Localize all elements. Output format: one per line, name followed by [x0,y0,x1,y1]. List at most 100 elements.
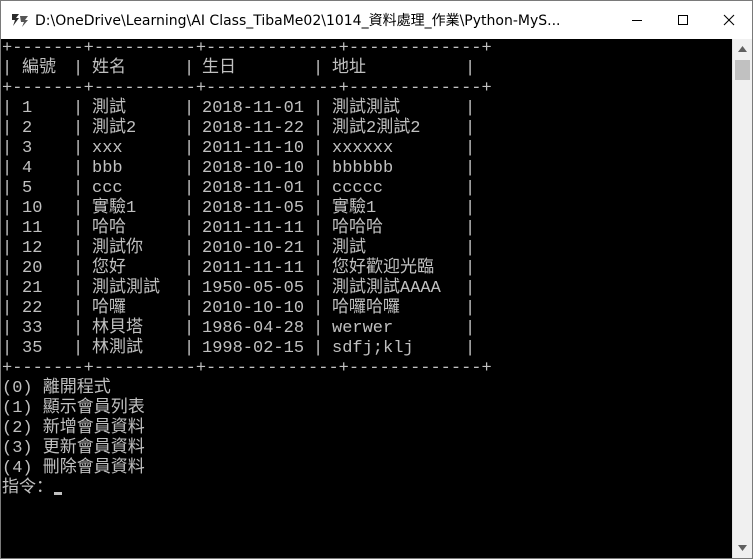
column-separator: | [73,239,84,258]
table-row: | | | | | 5 ccc 2018-11-01 ccccc [2,179,702,199]
table-row: | | | | | 33 林貝塔 1986-04-28 werwer [2,319,702,339]
column-separator: | [73,339,84,358]
maximize-button[interactable] [660,1,706,39]
table-cell: 35 [22,339,43,358]
table-cell: ccc [92,179,123,198]
table-cell: 11 [22,219,43,238]
table-cell: 3 [22,139,33,158]
scroll-down-button[interactable] [733,538,752,558]
column-separator: | [465,219,476,238]
column-separator: | [313,139,324,158]
column-separator: | [2,119,13,138]
console-output[interactable]: +-------+----------+-------------+------… [1,39,732,558]
table-row: | | | | | 35 林測試 1998-02-15 sdfj;klj [2,339,702,359]
table-cell: 2011-11-11 [202,259,305,278]
column-separator: | [313,219,324,238]
table-cell: 12 [22,239,43,258]
table-cell: 測試測試AAAA [332,279,441,298]
column-separator: | [73,119,84,138]
table-cell: 您好歡迎光臨 [332,259,434,278]
column-separator: | [184,339,195,358]
table-cell: 測試 [332,239,366,258]
table-row: | | | | | 1 測試 2018-11-01 測試測試 [2,99,702,119]
column-separator: | [2,219,13,238]
table-border-line: +-------+----------+-------------+------… [2,359,492,378]
column-separator: | [313,159,324,178]
column-separator: | [465,119,476,138]
console-window: D:\OneDrive\Learning\AI Class_TibaMe02\1… [0,0,753,559]
column-separator: | [465,259,476,278]
column-separator: | [73,99,84,118]
column-separator: | [73,139,84,158]
table-cell: 林測試 [92,339,143,358]
scroll-down-arrow-icon [738,545,747,551]
column-separator: | [184,179,195,198]
column-separator: | [465,179,476,198]
vertical-scrollbar[interactable] [732,39,752,558]
column-separator: | [465,199,476,218]
column-separator: | [2,319,13,338]
table-cell: ccccc [332,179,384,198]
table-row: | | | | | 21 測試測試 1950-05-05 測試測試AAAA [2,279,702,299]
column-separator: | [465,339,476,358]
table-row: | | | | | 11 哈哈 2011-11-11 哈哈哈 [2,219,702,239]
menu-option: (4) 刪除會員資料 [2,459,145,478]
table-cell: 實驗1 [332,199,377,218]
table-cell: 測試測試 [92,279,160,298]
table-cell: 2018-11-05 [202,199,305,218]
table-cell: 4 [22,159,33,178]
table-row: | | | | | 22 哈囉 2010-10-10 哈囉哈囉 [2,299,702,319]
table-cell: 您好 [92,259,126,278]
table-row: | | | | | 3 xxx 2011-11-10 xxxxxx [2,139,702,159]
table-cell: 2018-11-01 [202,99,305,118]
table-cell: sdfj;klj [332,339,414,358]
console-app-icon[interactable] [5,1,35,39]
column-separator: | [184,219,195,238]
column-separator: | [73,159,84,178]
table-cell: 測試2測試2 [332,119,421,138]
column-separator: | [313,279,324,298]
column-separator: | [73,259,84,278]
table-row: | | | | | 20 您好 2011-11-11 您好歡迎光臨 [2,259,702,279]
column-separator: | [313,339,324,358]
table-cell: 2018-10-10 [202,159,305,178]
scrollbar-thumb[interactable] [735,60,750,80]
table-row: | | | | | 10 實驗1 2018-11-05 實驗1 [2,199,702,219]
column-separator: | [184,259,195,278]
column-separator: | [2,239,13,258]
menu-option: (3) 更新會員資料 [2,439,145,458]
table-cell: werwer [332,319,394,338]
column-separator: | [73,279,84,298]
column-separator: | [313,239,324,258]
column-separator: | [184,99,195,118]
table-header-cell: 編號 [22,59,56,78]
table-cell: 10 [22,199,43,218]
column-separator: | [73,199,84,218]
table-cell: 1986-04-28 [202,319,305,338]
command-prompt-line[interactable]: 指令： [2,479,62,499]
table-cell: 2010-10-10 [202,299,305,318]
column-separator: | [2,99,13,118]
close-icon [723,14,735,26]
column-separator: | [73,299,84,318]
column-separator: | [313,59,324,78]
minimize-button[interactable] [614,1,660,39]
menu-option: (1) 顯示會員列表 [2,399,145,418]
table-cell: 2011-11-10 [202,139,305,158]
table-header-cell: 地址 [332,59,366,78]
table-cell: 1950-05-05 [202,279,305,298]
column-separator: | [184,199,195,218]
column-separator: | [184,59,195,78]
scroll-up-button[interactable] [733,39,752,59]
column-separator: | [313,199,324,218]
command-prompt: 指令： [2,479,53,498]
column-separator: | [465,159,476,178]
close-button[interactable] [706,1,752,39]
table-cell: xxxxxx [332,139,394,158]
minimize-icon [632,20,642,21]
table-cell: 2010-10-21 [202,239,305,258]
table-cell: xxx [92,139,123,158]
title-bar[interactable]: D:\OneDrive\Learning\AI Class_TibaMe02\1… [1,1,752,39]
column-separator: | [2,279,13,298]
column-separator: | [73,59,84,78]
